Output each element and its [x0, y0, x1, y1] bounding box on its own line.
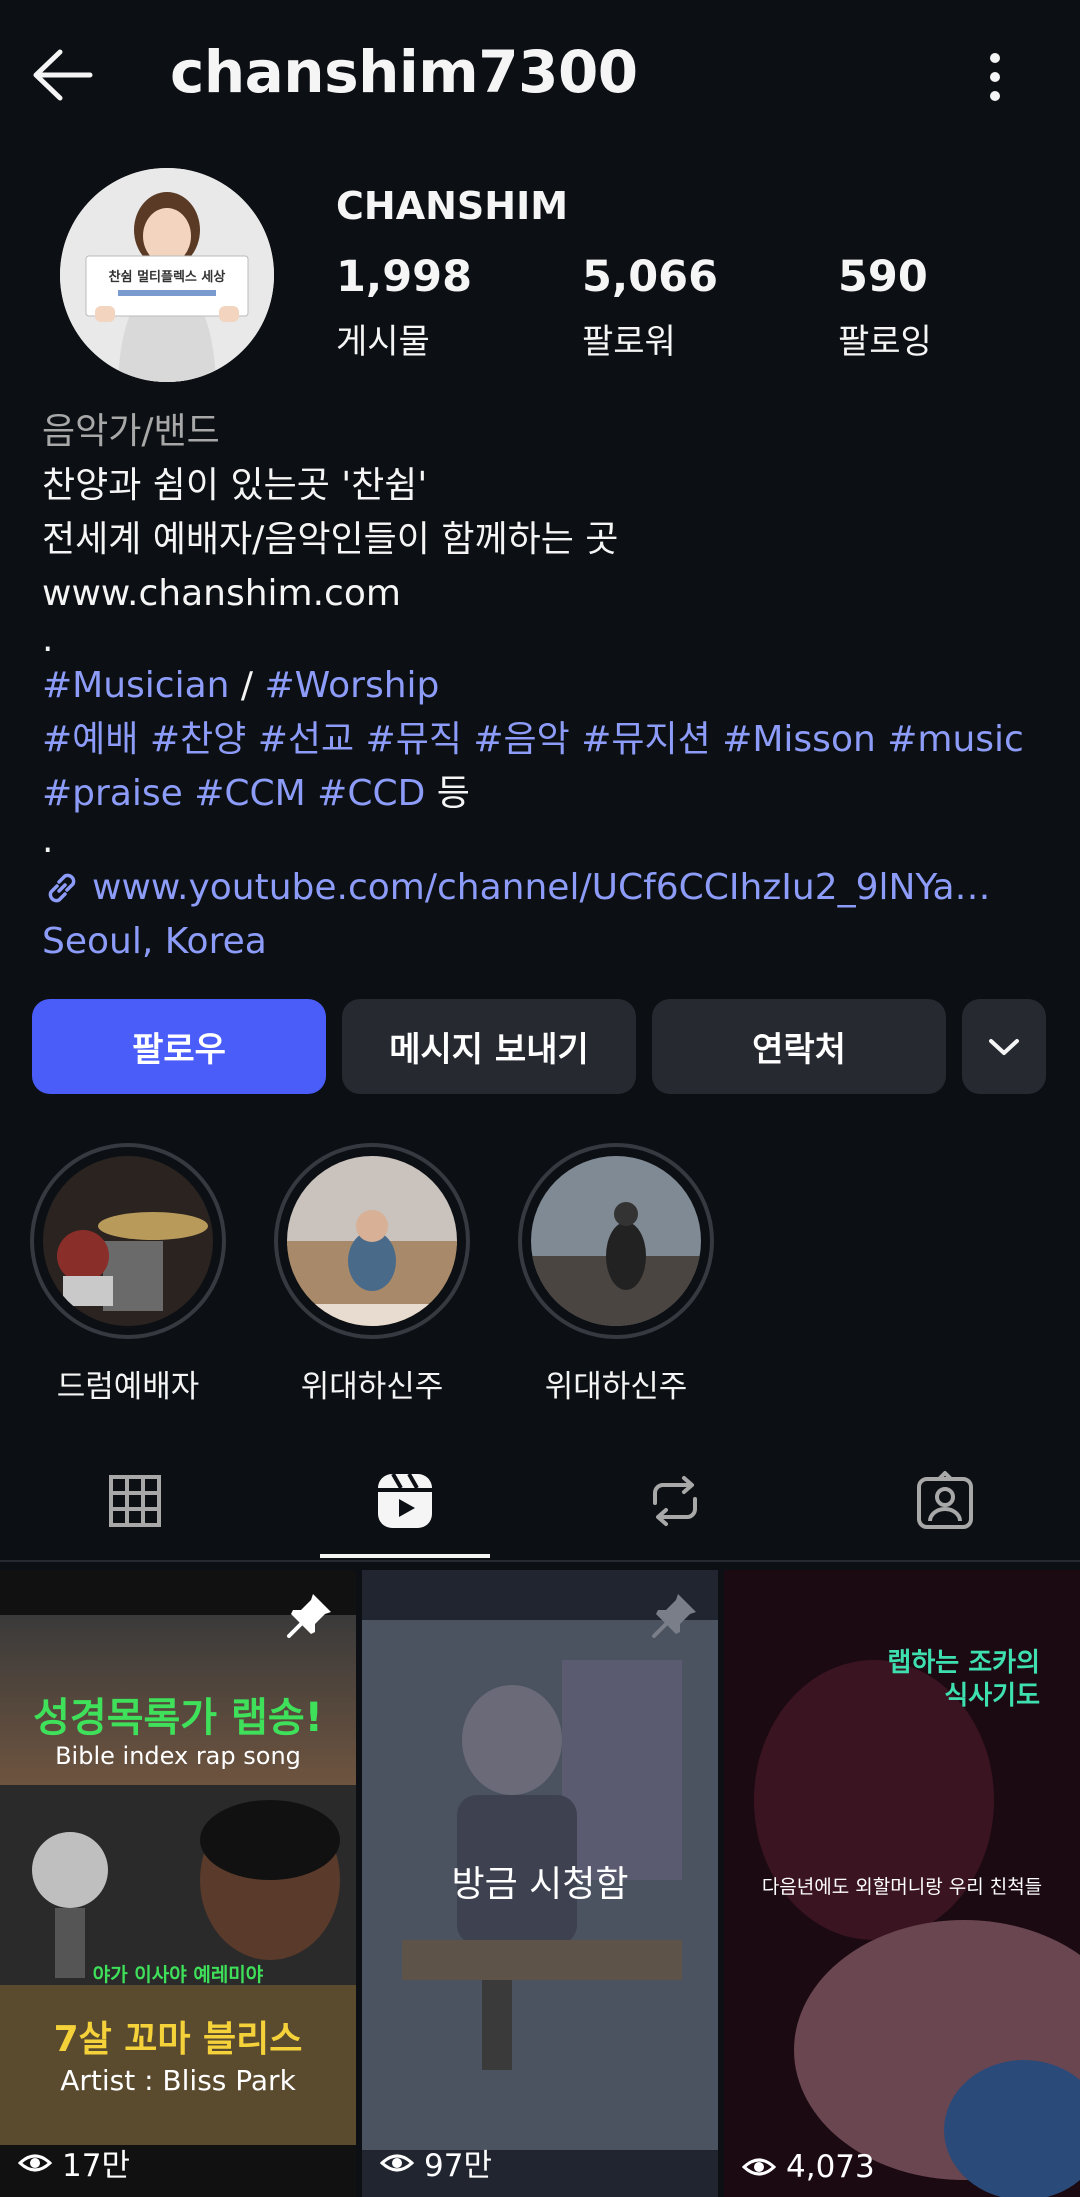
- eye-icon: [18, 2154, 52, 2171]
- bio-website: www.chanshim.com: [42, 573, 401, 614]
- watched-overlay: 방금 시청함: [451, 1864, 629, 1905]
- repost-icon: [653, 1476, 697, 1526]
- bio-etc: 등: [425, 773, 470, 814]
- reels-icon: [378, 1473, 432, 1528]
- highlight-item[interactable]: 위대하신주: [272, 1143, 472, 1406]
- chevron-down-icon: [989, 1038, 1019, 1055]
- highlight-drum-image: [43, 1156, 213, 1326]
- bio-slash: /: [229, 665, 265, 706]
- tab-reels[interactable]: [270, 1440, 540, 1562]
- reel-caption-top-2: 식사기도: [944, 1681, 1040, 1711]
- bio-category: 음악가/밴드: [42, 411, 220, 452]
- bio-link-text: www.youtube.com/channel/UCf6CCIhzIu2_9lN…: [92, 867, 991, 908]
- reel-artist: Artist : Bliss Park: [60, 2064, 296, 2097]
- followers-count: 5,066: [582, 252, 719, 302]
- highlight-item[interactable]: 드럼예배자: [28, 1143, 228, 1406]
- reel-view-count: 4,073: [786, 2149, 875, 2185]
- follow-button[interactable]: 팔로우: [32, 999, 326, 1094]
- followers-label: 팔로워: [582, 322, 676, 362]
- highlight-ring: [274, 1143, 470, 1339]
- bio-line-2: 전세계 예배자/음악인들이 함께하는 곳: [42, 519, 619, 560]
- highlight-ring: [518, 1143, 714, 1339]
- following-count: 590: [838, 252, 928, 302]
- reel-views: 97만: [380, 2140, 492, 2185]
- tagged-icon: [917, 1471, 973, 1529]
- active-tab-indicator: [320, 1554, 490, 1558]
- eye-icon: [742, 2158, 776, 2176]
- tab-reposts[interactable]: [540, 1440, 810, 1562]
- tab-posts-grid[interactable]: [0, 1440, 270, 1562]
- reel-tile[interactable]: 방금 시청함 97만: [362, 1570, 718, 2197]
- highlight-name: 드럼예배자: [56, 1369, 200, 1405]
- bio-dot-1: .: [42, 619, 54, 660]
- profile-tabs: [0, 1440, 1080, 1562]
- highlight-field-image: [287, 1156, 457, 1326]
- followers-stat[interactable]: 5,066 팔로워: [582, 252, 718, 363]
- pin-icon: [652, 1594, 696, 1638]
- highlight-guitar-image: [531, 1156, 701, 1326]
- grid-icon: [109, 1475, 161, 1527]
- reel-subtitle: Bible index rap song: [55, 1742, 301, 1770]
- bio-location[interactable]: Seoul, Korea: [42, 915, 1052, 969]
- bio-dot-2: .: [42, 820, 54, 861]
- highlight-item[interactable]: 위대하신주: [516, 1143, 716, 1406]
- reel-title: 성경목록가 랩송!: [33, 1695, 323, 1741]
- display-name: CHANSHIM: [336, 184, 569, 228]
- reel-names: 야가 이사야 예레미야: [92, 1964, 264, 1986]
- bio-line-1: 찬양과 쉼이 있는곳 '찬쉼': [42, 465, 428, 506]
- reel-tile[interactable]: 성경목록가 랩송! Bible index rap song 야가 이사야 예레…: [0, 1570, 356, 2197]
- bio-tags-line-3: #praise #CCM #CCD 등: [42, 767, 1052, 821]
- highlight-name: 위대하신주: [300, 1369, 444, 1405]
- posts-label: 게시물: [336, 322, 430, 362]
- avatar-sign-text: 찬쉼 멀티플렉스 세상: [109, 269, 226, 285]
- link-icon: [48, 873, 76, 903]
- profile-avatar[interactable]: 찬쉼 멀티플렉스 세상: [60, 168, 274, 382]
- highlight-name: 위대하신주: [544, 1369, 688, 1405]
- reel-view-count: 17만: [62, 2148, 130, 2184]
- posts-count: 1,998: [336, 252, 473, 302]
- reel-tile[interactable]: 랩하는 조카의 식사기도 다음년에도 외할머니랑 우리 친척들 4,073: [724, 1570, 1080, 2197]
- bio-tags-line-3-links[interactable]: #praise #CCM #CCD: [42, 773, 425, 814]
- profile-username: chanshim7300: [170, 38, 638, 106]
- profile-bio: 음악가/밴드 찬양과 쉼이 있는곳 '찬쉼' 전세계 예배자/음악인들이 함께하…: [42, 405, 1052, 969]
- tab-tagged[interactable]: [810, 1440, 1080, 1562]
- more-options-icon[interactable]: [975, 50, 1015, 110]
- reel-views: 4,073: [742, 2149, 875, 2185]
- hashtag-worship[interactable]: #Worship: [265, 665, 440, 706]
- hashtag-musician[interactable]: #Musician: [42, 665, 229, 706]
- back-arrow-icon[interactable]: [30, 40, 94, 110]
- following-label: 팔로잉: [838, 322, 932, 362]
- reel-caption-top-1: 랩하는 조카의: [887, 1648, 1040, 1678]
- top-bar: chanshim7300: [0, 0, 1080, 150]
- bio-tags-line-2[interactable]: #예배 #찬양 #선교 #뮤직 #음악 #뮤지션 #Misson #music: [42, 713, 1052, 767]
- reel-view-count: 97만: [424, 2148, 492, 2184]
- reel-views: 17만: [18, 2140, 130, 2185]
- reel-caption-mid: 다음년에도 외할머니랑 우리 친척들: [761, 1876, 1043, 1898]
- eye-icon: [380, 2154, 414, 2171]
- message-button[interactable]: 메시지 보내기: [342, 999, 636, 1094]
- bio-external-link[interactable]: www.youtube.com/channel/UCf6CCIhzIu2_9lN…: [42, 861, 1052, 915]
- bio-tags-line-1: #Musician / #Worship: [42, 659, 1052, 713]
- suggested-accounts-button[interactable]: [962, 999, 1046, 1094]
- pin-icon: [287, 1594, 331, 1638]
- highlight-ring: [30, 1143, 226, 1339]
- reel-bottom-title: 7살 꼬마 블리스: [53, 2019, 303, 2060]
- contact-button[interactable]: 연락처: [652, 999, 946, 1094]
- posts-stat[interactable]: 1,998 게시물: [336, 252, 472, 363]
- following-stat[interactable]: 590 팔로잉: [838, 252, 932, 363]
